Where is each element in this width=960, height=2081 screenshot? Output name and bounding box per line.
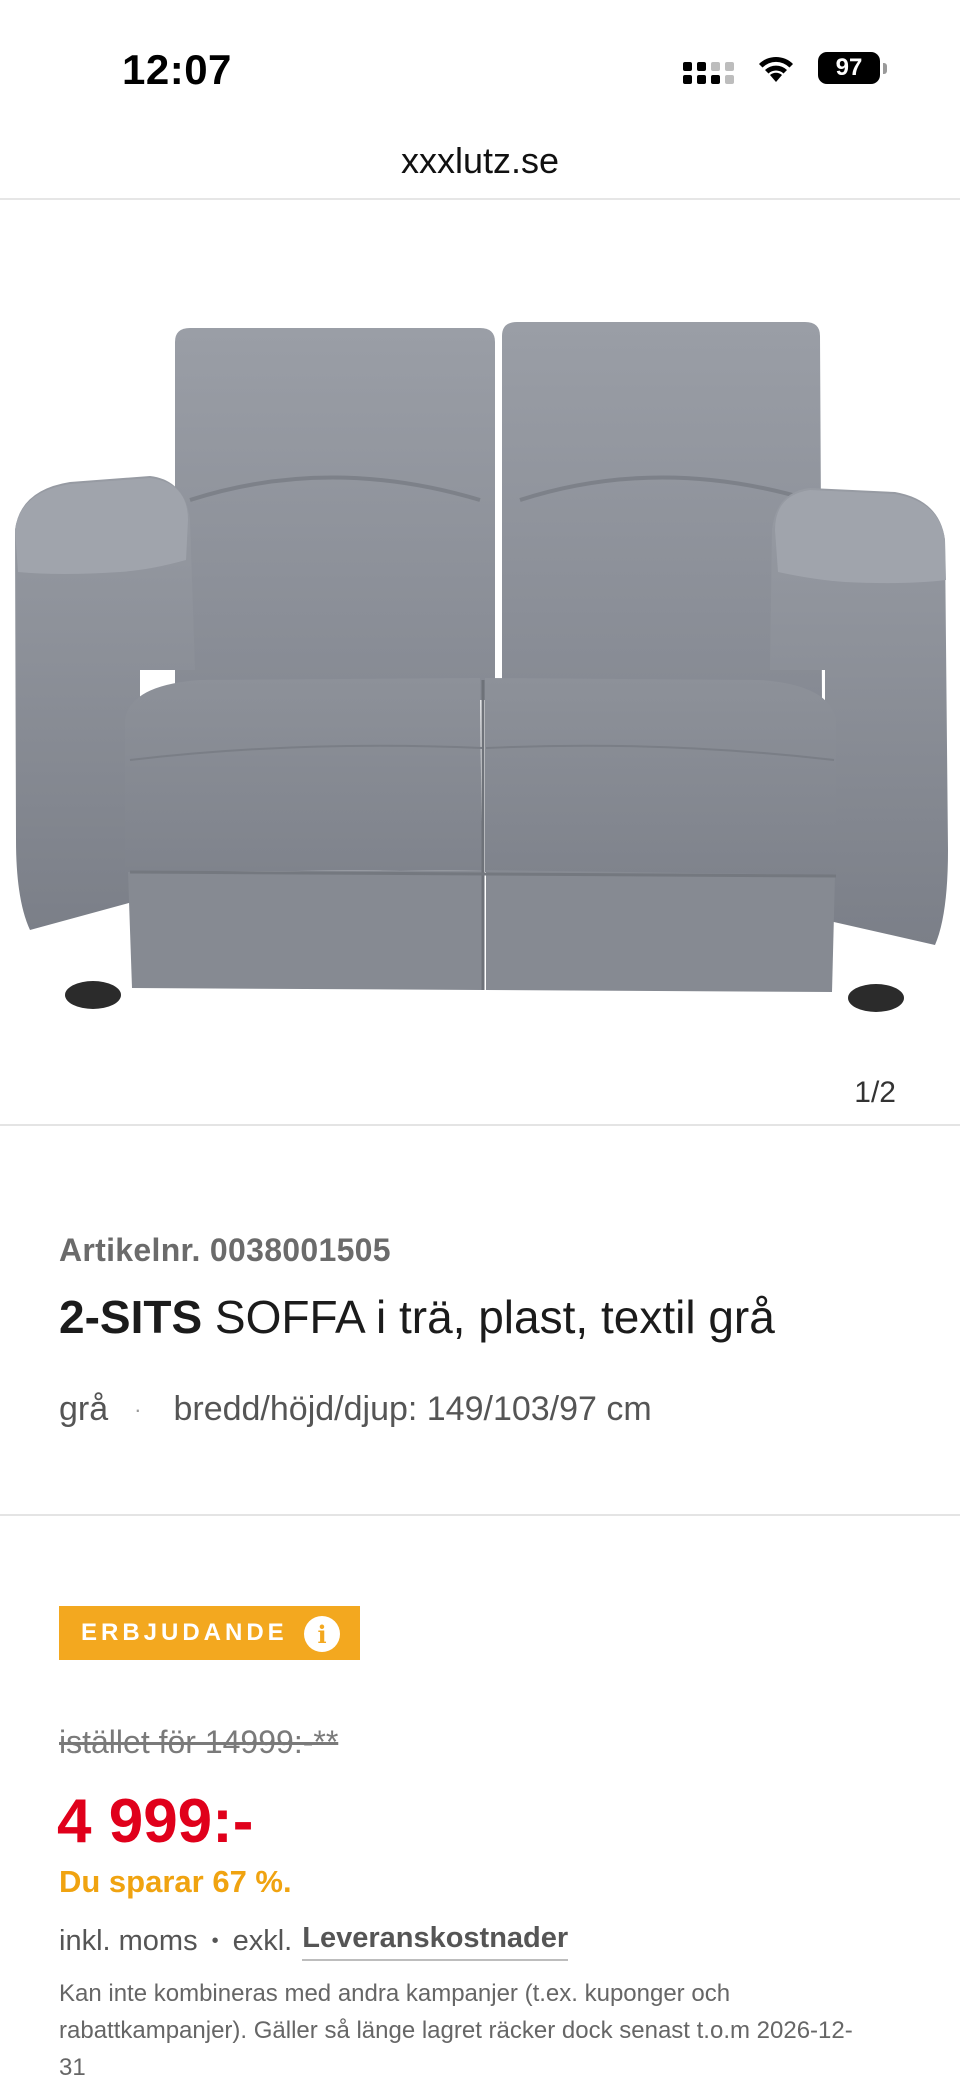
status-bar: 12:07 97 [0, 0, 960, 140]
old-price: istället för 14999:-** [59, 1724, 339, 1760]
variant-row: grå · bredd/höjd/djup: 149/103/97 cm [59, 1390, 652, 1429]
wifi-icon [759, 56, 793, 82]
product-title-bold: 2-SITS [59, 1291, 203, 1343]
article-number: Artikelnr. 0038001505 [59, 1232, 391, 1268]
divider [0, 1124, 960, 1126]
url-bar[interactable]: xxxlutz.se [0, 140, 960, 200]
offer-badge-label: ERBJUDANDE [81, 1619, 288, 1646]
product-title-rest: SOFFA i trä, plast, textil grå [202, 1291, 775, 1343]
battery-icon: 97 [818, 52, 887, 84]
current-price: 4 999:- [57, 1787, 254, 1856]
excl-label: exkl. [232, 1925, 293, 1957]
vat-included: inkl. moms [59, 1925, 198, 1957]
separator-dot: · [134, 1396, 142, 1422]
product-title: 2-SITS SOFFA i trä, plast, textil grå [59, 1290, 775, 1344]
variant-dimensions: bredd/höjd/djup: 149/103/97 cm [173, 1390, 652, 1428]
offer-badge: ERBJUDANDE i [59, 1606, 360, 1660]
variant-color: grå [59, 1390, 109, 1428]
image-counter: 1/2 [854, 1076, 896, 1109]
info-icon[interactable]: i [304, 1616, 340, 1652]
product-image[interactable] [0, 200, 960, 1125]
delivery-costs-link[interactable]: Leveranskostnader [302, 1922, 569, 1961]
status-time: 12:07 [122, 46, 232, 93]
cellular-signal-icon [683, 52, 734, 84]
vat-row: inkl. moms • exkl. Leveranskostnader [59, 1922, 569, 1961]
sofa-image [15, 322, 948, 1012]
separator-dot: • [211, 1930, 219, 1952]
disclaimer-text: Kan inte kombineras med andra kampanjer … [59, 1980, 853, 2081]
status-icons: 97 [683, 52, 887, 84]
divider [0, 1514, 960, 1516]
saving-text: Du sparar 67 %. [59, 1864, 292, 1899]
